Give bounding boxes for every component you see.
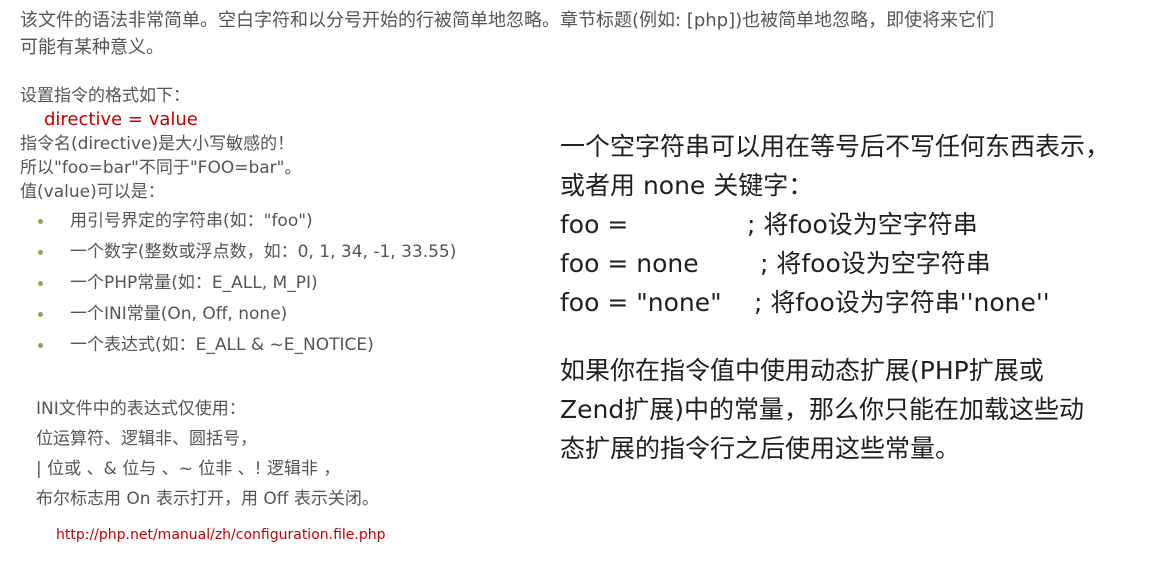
dynamic-extension-line: Zend扩展)中的常量，那么你只能在加载这些动	[560, 395, 1084, 424]
list-item: 用引号界定的字符串(如："foo")	[20, 206, 540, 237]
value-type-label: 一个数字(整数或浮点数，如：0, 1, 34, -1, 33.55)	[70, 242, 457, 262]
example-row: foo = ; 将foo设为空字符串	[560, 205, 1150, 244]
dynamic-extension-line: 如果你在指令值中使用动态扩展(PHP扩展或	[560, 356, 1044, 385]
intro-line-1: 该文件的语法非常简单。空白字符和以分号开始的行被简单地忽略。章节标题(例如: […	[20, 10, 995, 31]
example-row: foo = none ; 将foo设为空字符串	[560, 244, 1150, 283]
ini-note-line: 位运算符、逻辑非、圆括号，	[36, 429, 257, 449]
bullet-icon	[38, 312, 43, 317]
empty-string-line-1: 一个空字符串可以用在等号后不写任何东西表示，	[560, 132, 1111, 161]
intro-paragraph: 该文件的语法非常简单。空白字符和以分号开始的行被简单地忽略。章节标题(例如: […	[20, 7, 1130, 61]
example-comment: ; 将foo设为字符串''none''	[754, 288, 1050, 317]
left-column: 设置指令的格式如下： directive = value 指令名(directi…	[20, 84, 540, 361]
bullet-icon	[38, 343, 43, 348]
list-item: 一个PHP常量(如：E_ALL, M_PI)	[20, 268, 540, 299]
bullet-icon	[38, 281, 43, 286]
ini-note-line: 布尔标志用 On 表示打开，用 Off 表示关闭。	[36, 489, 379, 509]
manual-link[interactable]: http://php.net/manual/zh/configuration.f…	[56, 527, 386, 543]
empty-string-line-2: 或者用 none 关键字：	[560, 171, 814, 200]
value-types-list: 用引号界定的字符串(如："foo") 一个数字(整数或浮点数，如：0, 1, 3…	[20, 206, 540, 361]
example-comment: ; 将foo设为空字符串	[747, 210, 978, 239]
value-type-label: 一个表达式(如：E_ALL & ~E_NOTICE)	[70, 335, 374, 355]
example-code: foo =	[560, 210, 629, 239]
value-type-label: 一个INI常量(On, Off, none)	[70, 304, 288, 324]
example-code: foo = "none"	[560, 288, 722, 317]
list-item: 一个INI常量(On, Off, none)	[20, 299, 540, 330]
bullet-icon	[38, 219, 43, 224]
ini-expression-notes: INI文件中的表达式仅使用： 位运算符、逻辑非、圆括号， | 位或 、& 位与 …	[36, 394, 379, 514]
example-comment: ; 将foo设为空字符串	[760, 249, 991, 278]
list-item: 一个表达式(如：E_ALL & ~E_NOTICE)	[20, 330, 540, 361]
ini-note-line: | 位或 、& 位与 、~ 位非 、! 逻辑非 ，	[36, 459, 341, 479]
case-sensitivity-note: 指令名(directive)是大小写敏感的！	[20, 134, 295, 154]
case-sensitivity-example: 所以"foo=bar"不同于"FOO=bar"。	[20, 158, 302, 178]
value-heading: 值(value)可以是：	[20, 182, 165, 202]
intro-line-2: 可能有某种意义。	[20, 37, 164, 58]
value-type-label: 一个PHP常量(如：E_ALL, M_PI)	[70, 273, 318, 293]
example-code: foo = none	[560, 249, 699, 278]
value-type-label: 用引号界定的字符串(如："foo")	[70, 211, 313, 231]
bullet-icon	[38, 250, 43, 255]
ini-note-line: INI文件中的表达式仅使用：	[36, 399, 246, 419]
slide: 该文件的语法非常简单。空白字符和以分号开始的行被简单地忽略。章节标题(例如: […	[0, 0, 1156, 564]
list-item: 一个数字(整数或浮点数，如：0, 1, 34, -1, 33.55)	[20, 237, 540, 268]
format-heading: 设置指令的格式如下：	[20, 86, 190, 106]
dynamic-extension-line: 态扩展的指令行之后使用这些常量。	[560, 434, 961, 463]
example-row: foo = "none" ; 将foo设为字符串''none''	[560, 283, 1150, 322]
directive-format: directive = value	[44, 109, 198, 130]
right-column: 一个空字符串可以用在等号后不写任何东西表示， 或者用 none 关键字： foo…	[560, 127, 1150, 468]
